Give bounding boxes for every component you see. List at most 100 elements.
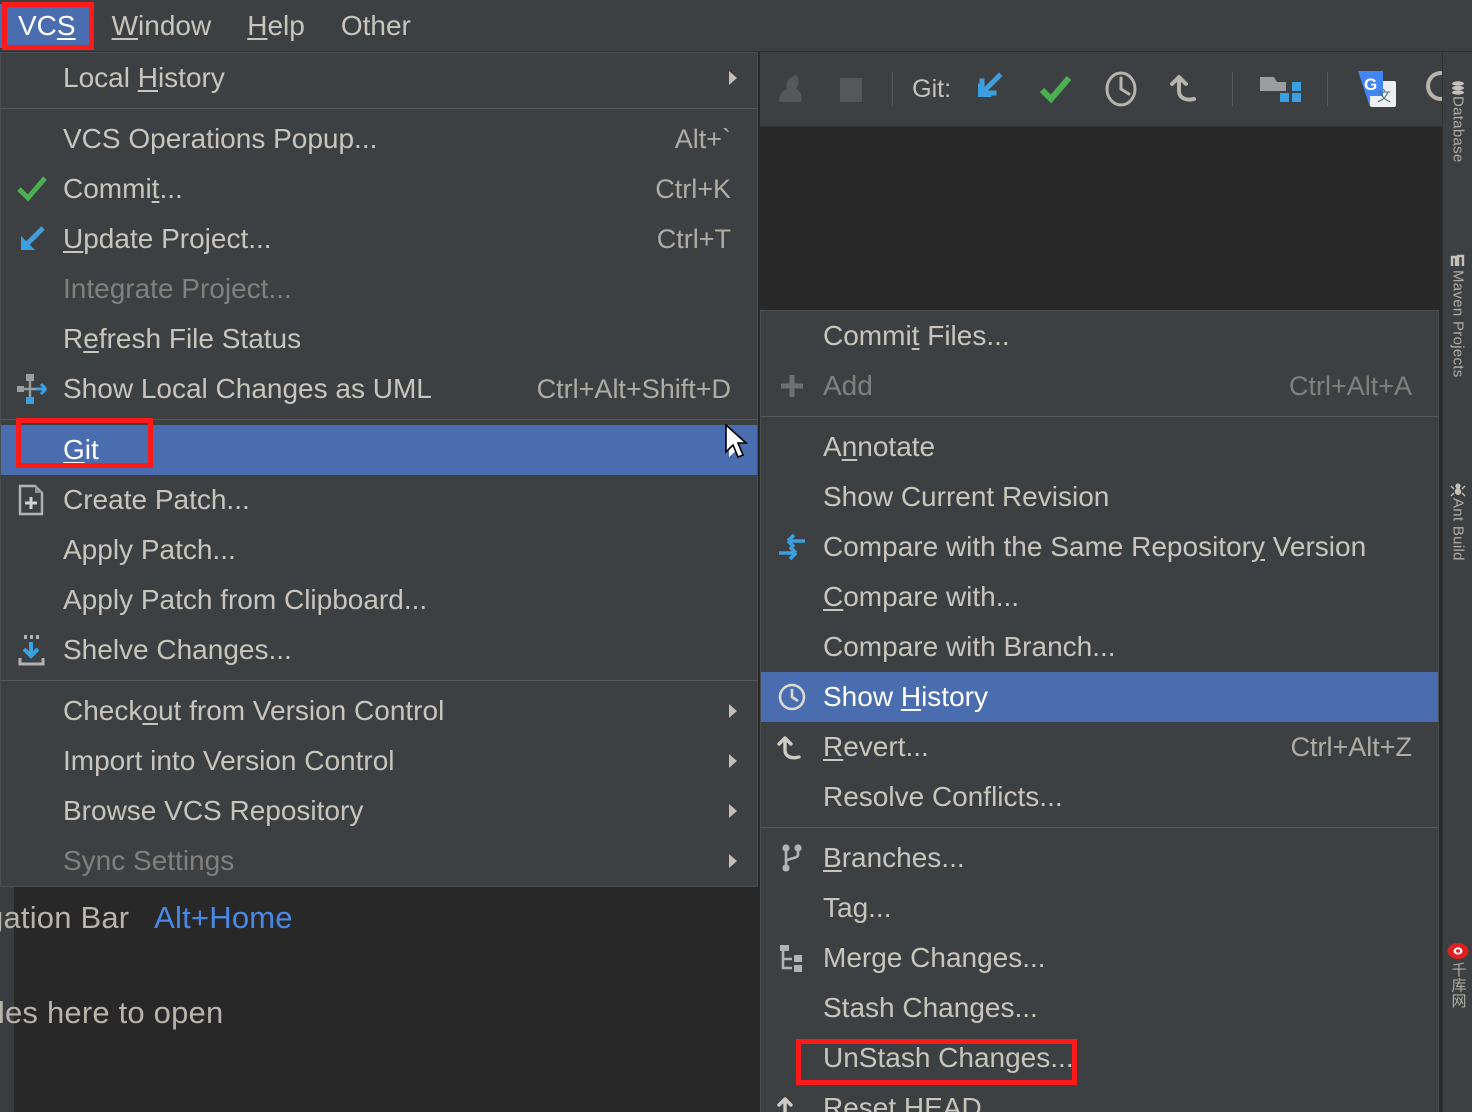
menubar-item-help[interactable]: Help: [229, 4, 323, 48]
menu-item-vcs-operations-popup[interactable]: VCS Operations Popup... Alt+`: [1, 114, 757, 164]
menu-item-show-local-changes-as-uml[interactable]: Show Local Changes as UML Ctrl+Alt+Shift+…: [1, 364, 757, 414]
git-toolbar-label: Git:: [912, 74, 952, 103]
commit-icon[interactable]: [1022, 52, 1088, 127]
menu-item-local-history[interactable]: Local History: [1, 53, 757, 103]
sidebar-item-label: Database: [1449, 96, 1467, 163]
menu-item-commit-files[interactable]: Commit Files...: [761, 311, 1438, 361]
toolbar-separator: [1231, 72, 1233, 106]
show-history-icon[interactable]: [1088, 52, 1154, 127]
menu-item-stash-changes[interactable]: Stash Changes...: [761, 983, 1438, 1033]
menu-item-shortcut: Ctrl+T: [656, 223, 731, 254]
stop-icon[interactable]: [821, 52, 882, 127]
menu-item-compare-with[interactable]: Compare with...: [761, 572, 1438, 622]
menu-item-commit[interactable]: Commit... Ctrl+K: [1, 164, 757, 214]
menu-item-label: Resolve Conflicts...: [823, 781, 1063, 812]
menu-item-label: Compare with the Same Repository Version: [823, 531, 1367, 562]
right-tool-window-bar: Database Maven Projects Ant Build 千库网: [1442, 52, 1472, 1112]
menu-item-label: Apply Patch...: [63, 534, 236, 565]
menubar-item-other[interactable]: Other: [323, 4, 429, 48]
backdrop-hint-drop-files: files here to open: [0, 995, 224, 1030]
mouse-cursor: [725, 424, 749, 459]
sidebar-item-label: Ant Build: [1449, 498, 1467, 561]
menu-item-show-current-revision[interactable]: Show Current Revision: [761, 472, 1438, 522]
plus-icon-slot: [761, 361, 823, 411]
chevron-right-icon: [729, 854, 737, 868]
menu-item-git[interactable]: Git: [1, 425, 757, 475]
menu-item-label: Integrate Project...: [63, 273, 292, 304]
chevron-right-icon: [729, 704, 737, 718]
menu-item-label: Import into Version Control: [63, 745, 395, 776]
menubar-item-window[interactable]: Window: [94, 4, 230, 48]
menu-separator: [1, 419, 757, 420]
main-toolbar: Git: G 文: [760, 52, 1472, 127]
menu-item-label: Show Local Changes as UML: [63, 373, 432, 404]
compare-arrows-icon: [779, 533, 805, 561]
rabbit-icon[interactable]: [760, 52, 821, 127]
menu-separator: [1, 108, 757, 109]
sidebar-item-qianku[interactable]: 千库网: [1443, 940, 1472, 1008]
menu-item-shortcut: Alt+`: [674, 123, 731, 154]
menu-icon-slot: [1, 53, 63, 103]
menu-item-shortcut: Ctrl+Alt+Shift+D: [536, 373, 731, 404]
merge-icon: [780, 945, 802, 972]
menu-item-create-patch[interactable]: Create Patch...: [1, 475, 757, 525]
sidebar-item-ant-build[interactable]: Ant Build: [1443, 482, 1472, 561]
check-green-icon: [17, 176, 47, 202]
menu-item-shelve-changes[interactable]: Shelve Changes...: [1, 625, 757, 675]
menu-item-label: Add: [823, 370, 873, 401]
menu-item-label: Show Current Revision: [823, 481, 1110, 512]
menu-item-compare-with-the-same-repository-version[interactable]: Compare with the Same Repository Version: [761, 522, 1438, 572]
maven-icon: [1450, 254, 1465, 266]
menu-item-reset-head[interactable]: Reset HEAD...: [761, 1083, 1438, 1112]
menu-item-refresh-file-status[interactable]: Refresh File Status: [1, 314, 757, 364]
menu-item-apply-patch[interactable]: Apply Patch...: [1, 525, 757, 575]
menu-item-show-history[interactable]: Show History: [761, 672, 1438, 722]
menu-item-annotate[interactable]: Annotate: [761, 422, 1438, 472]
menu-item-update-project[interactable]: Update Project... Ctrl+T: [1, 214, 757, 264]
menu-item-label: Annotate: [823, 431, 936, 462]
menu-item-import-into-version-control[interactable]: Import into Version Control: [1, 736, 757, 786]
svg-text:G: G: [1364, 75, 1377, 94]
menu-item-revert[interactable]: Revert... Ctrl+Alt+Z: [761, 722, 1438, 772]
update-project-icon[interactable]: [955, 52, 1021, 127]
toolbar-separator: [1327, 72, 1329, 106]
menu-item-label: Compare with Branch...: [823, 631, 1116, 662]
revert-arrow-icon-slot: [761, 722, 823, 772]
plus-icon: [781, 375, 803, 397]
menu-item-tag[interactable]: Tag...: [761, 883, 1438, 933]
menu-bar: VCS Window Help Other: [0, 0, 1472, 52]
menu-item-compare-with-branch[interactable]: Compare with Branch...: [761, 622, 1438, 672]
project-structure-icon[interactable]: [1244, 52, 1316, 127]
menu-item-sync-settings: Sync Settings: [1, 836, 757, 886]
menu-icon-slot: [1, 836, 63, 886]
menu-item-shortcut: Ctrl+K: [655, 173, 731, 204]
menu-icon-slot: [1, 736, 63, 786]
branch-icon-slot: [761, 833, 823, 883]
menu-icon-slot: [761, 472, 823, 522]
menu-icon-slot: [761, 883, 823, 933]
menu-item-branches[interactable]: Branches...: [761, 833, 1438, 883]
menu-icon-slot: [1, 525, 63, 575]
menubar-item-vcs[interactable]: VCS: [0, 3, 94, 48]
menu-separator: [761, 827, 1438, 828]
chevron-right-icon: [729, 754, 737, 768]
menu-item-browse-vcs-repository[interactable]: Browse VCS Repository: [1, 786, 757, 836]
revert-icon[interactable]: [1154, 52, 1220, 127]
menu-item-label: Show History: [823, 681, 988, 712]
arrow-down-left-blue-icon: [21, 226, 45, 250]
menu-item-label: Reset HEAD...: [823, 1092, 1006, 1112]
sidebar-item-database[interactable]: Database: [1443, 80, 1472, 163]
menu-item-label: Tag...: [823, 892, 892, 923]
menu-item-unstash-changes[interactable]: UnStash Changes...: [761, 1033, 1438, 1083]
menu-item-resolve-conflicts[interactable]: Resolve Conflicts...: [761, 772, 1438, 822]
vcs-dropdown-menu: Local History VCS Operations Popup... Alt+…: [0, 52, 758, 887]
menu-icon-slot: [1, 114, 63, 164]
sidebar-item-maven-projects[interactable]: Maven Projects: [1443, 252, 1472, 378]
google-translate-icon[interactable]: G 文: [1339, 52, 1413, 127]
menubar-item-label: VCS: [18, 9, 76, 41]
menu-item-label: Local History: [63, 62, 225, 93]
menu-item-merge-changes[interactable]: Merge Changes...: [761, 933, 1438, 983]
menu-item-checkout-from-version-control[interactable]: Checkout from Version Control: [1, 686, 757, 736]
menu-icon-slot: [761, 572, 823, 622]
menu-item-apply-patch-from-clipboard[interactable]: Apply Patch from Clipboard...: [1, 575, 757, 625]
